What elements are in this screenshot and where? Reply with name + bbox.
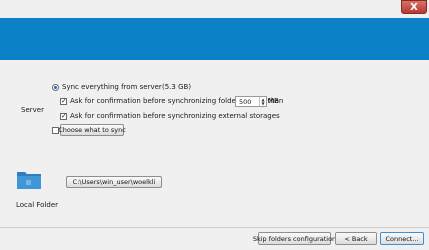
confirm-large-checkbox[interactable]: ✓ [60, 98, 67, 105]
connect-button[interactable]: Connect... [380, 232, 424, 245]
folder-icon [16, 168, 42, 190]
size-threshold-value: 500 [239, 97, 252, 106]
size-threshold-spinbox[interactable]: 500 ▲ ▼ [235, 96, 267, 107]
close-icon: X [410, 2, 418, 13]
sync-size-label: (5.3 GB) [162, 83, 192, 91]
sync-everything-label[interactable]: Sync everything from server [62, 83, 162, 91]
sync-everything-radio[interactable] [52, 84, 59, 91]
local-folder-label: Local Folder [16, 201, 58, 209]
confirm-external-label[interactable]: Ask for confirmation before synchronizin… [70, 112, 280, 120]
title-bar: X [0, 0, 429, 18]
close-button[interactable]: X [401, 0, 427, 14]
size-threshold-unit: MB [268, 97, 279, 105]
server-label: Server [21, 106, 44, 114]
choose-what-to-sync-button[interactable]: Choose what to sync [58, 124, 126, 136]
spin-arrows[interactable]: ▲ ▼ [259, 97, 266, 106]
back-button[interactable]: < Back [335, 232, 377, 245]
skip-folders-button[interactable]: Skip folders configuration [253, 232, 336, 245]
header-banner [0, 18, 429, 60]
local-folder-path-button[interactable]: C:\Users\win_user\woelkli [66, 176, 162, 188]
footer-separator [0, 227, 429, 228]
confirm-external-checkbox[interactable]: ✓ [60, 113, 67, 120]
